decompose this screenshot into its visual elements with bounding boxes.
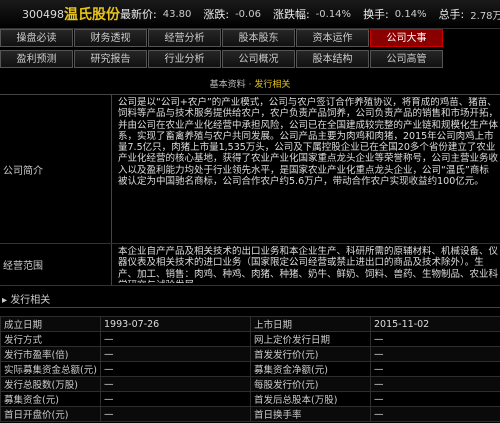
nav-tab[interactable]: 经营分析 [148,29,221,47]
breadcrumb: 基本资料 · 发行相关 [0,77,500,93]
issue-key: 发行市盈率(倍) [0,346,101,362]
profile-intro-text: 公司是以“公司+农户”的产业模式，公司与农户签订合作养殖协议，将育成的鸡苗、猪苗… [118,97,498,188]
issue-key: 成立日期 [0,316,101,332]
nav-tab[interactable]: 操盘必读 [0,29,73,47]
issue-value: — [370,346,500,362]
quote-label: 涨跌: [203,8,230,21]
issue-key: 发行方式 [0,331,101,347]
issue-key: 实际募集资金总额(元) [0,361,101,377]
quote-value: 43.80 [162,8,192,20]
issue-key: 募集资金净额(元) [250,361,371,377]
quote-bar: 300498 温氏股份 最新价: 43.80 涨跌: -0.06 涨跌幅: -0.14… [0,0,500,29]
nav-tab[interactable]: 公司概况 [222,50,295,68]
quote-value: 0.14% [394,8,427,20]
issue-value: — [100,406,251,422]
quote-label: 最新价: [120,8,157,21]
breadcrumb-current: 发行相关 [254,80,291,90]
profile-scope-row: 经营范围 本企业自产产品及相关技术的出口业务和本企业生产、科研所需的原辅材料、机… [0,244,500,286]
profile-intro-label: 公司简介 [0,95,112,243]
nav-tab[interactable]: 研究报告 [74,50,147,68]
issue-value: 1993-07-26 [100,316,251,332]
profile-scope-text: 本企业自产产品及相关技术的出口业务和本企业生产、科研所需的原辅材料、机械设备、仪… [118,246,498,283]
breadcrumb-sep: · [248,80,252,90]
issue-value: — [100,361,251,377]
nav-tab[interactable]: 公司高管 [370,50,443,68]
issue-value: — [100,331,251,347]
quote-label: 涨跌幅: [272,8,310,21]
issue-value: 2015-11-02 [370,316,500,332]
issue-key: 首发后总股本(万股) [250,391,371,407]
nav-tab[interactable]: 行业分析 [148,50,221,68]
collapse-icon[interactable]: ▸ [2,295,7,306]
nav-tab[interactable]: 资本运作 [296,29,369,47]
issue-section-header: ▸ 发行相关 [0,294,500,308]
profile-intro-row: 公司简介 公司是以“公司+农户”的产业模式，公司与农户签订合作养殖协议，将育成的… [0,95,500,244]
company-profile: 公司简介 公司是以“公司+农户”的产业模式，公司与农户签订合作养殖协议，将育成的… [0,94,500,286]
breadcrumb-prefix[interactable]: 基本资料 [210,80,246,90]
issue-value: — [100,391,251,407]
issue-key: 上市日期 [250,316,371,332]
quote-label: 换手: [363,8,389,21]
table-row: 成立日期 1993-07-26 上市日期 2015-11-02 [0,316,500,332]
table-row: 发行总股数(万股) — 每股发行价(元) — [0,376,500,392]
table-row: 首日开盘价(元) — 首日换手率 — [0,406,500,422]
issue-table: 成立日期 1993-07-26 上市日期 2015-11-02 发行方式 — 网… [0,316,500,422]
f10-nav: 操盘必读 财务透视 经营分析 股本股东 资本运作 公司大事 盈利预测 研究报告 … [0,29,500,71]
quote-value: -0.14% [315,8,352,20]
nav-tab[interactable]: 股本股东 [222,29,295,47]
nav-tab[interactable]: 股本结构 [296,50,369,68]
issue-value: — [370,406,500,422]
quote-label: 总手: [438,8,465,21]
stock-name[interactable]: 温氏股份 [64,4,120,24]
issue-value: — [370,391,500,407]
issue-key: 首日换手率 [250,406,371,422]
table-row: 募集资金(元) — 首发后总股本(万股) — [0,391,500,407]
issue-key: 发行总股数(万股) [0,376,101,392]
issue-value: — [100,376,251,392]
issue-value: — [370,376,500,392]
nav-tab[interactable]: 盈利预测 [0,50,73,68]
nav-tab-active[interactable]: 公司大事 [370,29,443,47]
issue-key: 募集资金(元) [0,391,101,407]
table-row: 实际募集资金总额(元) — 募集资金净额(元) — [0,361,500,377]
issue-key: 网上定价发行日期 [250,331,371,347]
issue-section-title: 发行相关 [10,295,51,306]
nav-tab[interactable]: 财务透视 [74,29,147,47]
quote-value: 2.78万 [470,10,500,22]
issue-key: 首发发行价(元) [250,346,371,362]
issue-value: — [100,346,251,362]
quote-value: -0.06 [235,8,261,20]
table-row: 发行方式 — 网上定价发行日期 — [0,331,500,347]
issue-value: — [370,331,500,347]
issue-value: — [370,361,500,377]
issue-key: 每股发行价(元) [250,376,371,392]
stock-code: 300498 [22,7,64,21]
issue-key: 首日开盘价(元) [0,406,101,422]
table-row: 发行市盈率(倍) — 首发发行价(元) — [0,346,500,362]
profile-scope-label: 经营范围 [0,244,112,285]
